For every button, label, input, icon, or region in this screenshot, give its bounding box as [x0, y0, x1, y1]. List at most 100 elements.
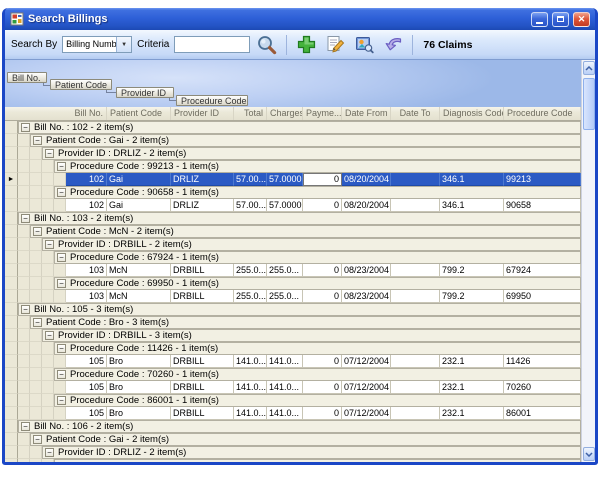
- row-selector[interactable]: [5, 446, 18, 459]
- cell-payments[interactable]: 0: [303, 381, 342, 394]
- row-selector[interactable]: [5, 277, 18, 290]
- cell-procedure_code[interactable]: 99213: [504, 173, 581, 186]
- group-band[interactable]: −Procedure Code : 67924 - 1 item(s): [54, 251, 581, 264]
- search-by-dropdown[interactable]: Billing Number ▼: [62, 36, 132, 53]
- row-selector[interactable]: [5, 342, 18, 355]
- scroll-down-button[interactable]: [583, 447, 595, 461]
- group-band[interactable]: −Procedure Code : 90658 - 1 item(s): [54, 186, 581, 199]
- cell-date_to[interactable]: [391, 290, 440, 303]
- group-band[interactable]: −Bill No. : 102 - 2 item(s): [18, 121, 581, 134]
- row-selector[interactable]: [5, 407, 18, 420]
- data-row[interactable]: 105BroDRBILL141.0...141.0...007/12/20042…: [5, 407, 581, 420]
- cell-charges[interactable]: 255.0...: [267, 264, 303, 277]
- cell-bill_no[interactable]: 105: [66, 381, 107, 394]
- cell-total[interactable]: 57.00...: [234, 199, 267, 212]
- cell-date_to[interactable]: [391, 407, 440, 420]
- close-button[interactable]: ✕: [573, 12, 590, 27]
- collapse-icon[interactable]: −: [21, 305, 30, 314]
- header-diagnosis-code[interactable]: Diagnosis Code: [440, 107, 504, 120]
- maximize-button[interactable]: [552, 12, 569, 27]
- row-selector[interactable]: [5, 433, 18, 446]
- row-selector[interactable]: [5, 199, 18, 212]
- row-selector[interactable]: [5, 121, 18, 134]
- window-icon[interactable]: [10, 12, 24, 26]
- group-row[interactable]: −Bill No. : 102 - 2 item(s): [5, 121, 581, 134]
- cell-bill_no[interactable]: 105: [66, 355, 107, 368]
- group-row[interactable]: −Procedure Code : 67924 - 1 item(s): [5, 251, 581, 264]
- group-band[interactable]: −Procedure Code : 70260 - 1 item(s): [54, 368, 581, 381]
- group-row[interactable]: −Patient Code : Bro - 3 item(s): [5, 316, 581, 329]
- collapse-icon[interactable]: −: [33, 136, 42, 145]
- header-total[interactable]: Total: [234, 107, 267, 120]
- cell-charges[interactable]: 255.0...: [267, 290, 303, 303]
- group-band[interactable]: −Bill No. : 103 - 2 item(s): [18, 212, 581, 225]
- cell-provider_id[interactable]: DRBILL: [171, 407, 234, 420]
- group-row[interactable]: −Bill No. : 105 - 3 item(s): [5, 303, 581, 316]
- cell-date_from[interactable]: 07/12/2004: [342, 407, 391, 420]
- collapse-icon[interactable]: −: [57, 370, 66, 379]
- group-band[interactable]: −Patient Code : Gai - 2 item(s): [30, 134, 581, 147]
- group-row[interactable]: −Provider ID : DRBILL - 3 item(s): [5, 329, 581, 342]
- cell-payments[interactable]: 0: [303, 199, 342, 212]
- group-row[interactable]: −Procedure Code : 70260 - 1 item(s): [5, 368, 581, 381]
- collapse-icon[interactable]: −: [57, 162, 66, 171]
- row-selector[interactable]: [5, 225, 18, 238]
- header-date-to[interactable]: Date To: [391, 107, 440, 120]
- cell-diagnosis_code[interactable]: 799.2: [440, 290, 504, 303]
- collapse-icon[interactable]: −: [45, 149, 54, 158]
- group-band[interactable]: −Provider ID : DRBILL - 2 item(s): [42, 238, 581, 251]
- data-row[interactable]: 105BroDRBILL141.0...141.0...007/12/20042…: [5, 355, 581, 368]
- cell-total[interactable]: 255.0...: [234, 290, 267, 303]
- cell-procedure_code[interactable]: 69950: [504, 290, 581, 303]
- cell-payments[interactable]: 0: [303, 173, 342, 186]
- header-procedure-code[interactable]: Procedure Code: [504, 107, 581, 120]
- vertical-scrollbar[interactable]: [581, 60, 595, 462]
- group-band[interactable]: [54, 459, 581, 462]
- header-patient-code[interactable]: Patient Code: [107, 107, 171, 120]
- row-selector[interactable]: [5, 160, 18, 173]
- row-selector[interactable]: [5, 290, 18, 303]
- row-selector[interactable]: [5, 303, 18, 316]
- group-band[interactable]: −Bill No. : 106 - 2 item(s): [18, 420, 581, 433]
- header-payments[interactable]: Payme...: [303, 107, 342, 120]
- cell-total[interactable]: 141.0...: [234, 381, 267, 394]
- cell-procedure_code[interactable]: 86001: [504, 407, 581, 420]
- row-selector[interactable]: [5, 134, 18, 147]
- collapse-icon[interactable]: −: [45, 240, 54, 249]
- group-band[interactable]: −Procedure Code : 69950 - 1 item(s): [54, 277, 581, 290]
- collapse-icon[interactable]: −: [57, 279, 66, 288]
- group-field-patient-code[interactable]: Patient Code: [50, 79, 112, 90]
- group-row[interactable]: [5, 459, 581, 462]
- data-row[interactable]: 103McNDRBILL255.0...255.0...008/23/20047…: [5, 290, 581, 303]
- data-row[interactable]: 102GaiDRLIZ57.00...57.0000008/20/2004346…: [5, 199, 581, 212]
- group-row[interactable]: −Procedure Code : 69950 - 1 item(s): [5, 277, 581, 290]
- add-claim-button[interactable]: [294, 33, 318, 57]
- group-row[interactable]: −Patient Code : Gai - 2 item(s): [5, 134, 581, 147]
- cell-provider_id[interactable]: DRBILL: [171, 381, 234, 394]
- group-row[interactable]: −Patient Code : McN - 2 item(s): [5, 225, 581, 238]
- cell-procedure_code[interactable]: 11426: [504, 355, 581, 368]
- cell-provider_id[interactable]: DRBILL: [171, 290, 234, 303]
- undo-button[interactable]: [381, 33, 405, 57]
- row-selector[interactable]: [5, 381, 18, 394]
- collapse-icon[interactable]: −: [45, 331, 54, 340]
- cell-payments[interactable]: 0: [303, 290, 342, 303]
- cell-diagnosis_code[interactable]: 232.1: [440, 355, 504, 368]
- group-row[interactable]: −Procedure Code : 11426 - 1 item(s): [5, 342, 581, 355]
- cell-bill_no[interactable]: 105: [66, 407, 107, 420]
- group-by-panel[interactable]: Bill No. Patient Code Provider ID Proced…: [5, 60, 581, 107]
- row-selector[interactable]: [5, 394, 18, 407]
- cell-date_to[interactable]: [391, 199, 440, 212]
- group-row[interactable]: −Patient Code : Gai - 2 item(s): [5, 433, 581, 446]
- cell-bill_no[interactable]: 102: [66, 199, 107, 212]
- search-button[interactable]: [255, 33, 279, 57]
- header-bill-no[interactable]: Bill No.: [66, 107, 107, 120]
- row-selector[interactable]: [5, 355, 18, 368]
- cell-bill_no[interactable]: 102: [66, 173, 107, 186]
- group-band[interactable]: −Procedure Code : 11426 - 1 item(s): [54, 342, 581, 355]
- collapse-icon[interactable]: −: [57, 396, 66, 405]
- group-row[interactable]: −Procedure Code : 90658 - 1 item(s): [5, 186, 581, 199]
- row-selector[interactable]: [5, 316, 18, 329]
- group-field-bill-no[interactable]: Bill No.: [7, 72, 47, 83]
- row-selector[interactable]: [5, 251, 18, 264]
